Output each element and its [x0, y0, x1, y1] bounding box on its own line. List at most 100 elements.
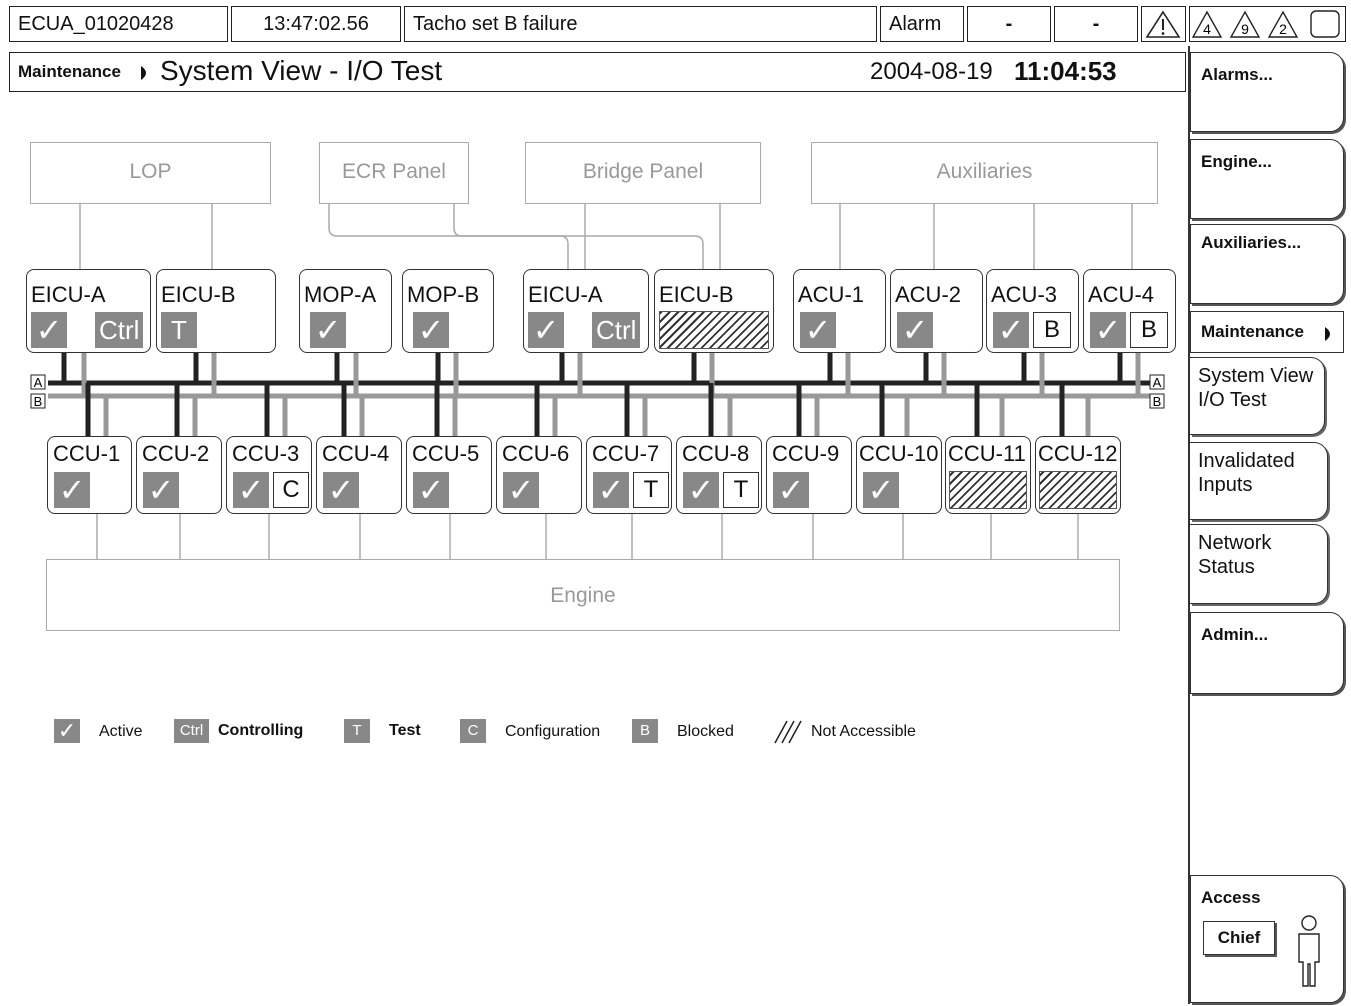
- bus-b-label-left: B: [34, 394, 43, 409]
- test-tag: T: [633, 472, 669, 508]
- not-accessible-hatch: [949, 471, 1027, 509]
- eicu-b-bridge-unit[interactable]: EICU-B: [654, 269, 774, 353]
- active-check-icon: ✓: [683, 472, 719, 508]
- blocked-tag: B: [1130, 312, 1168, 348]
- auxiliaries-panel: Auxiliaries: [811, 142, 1158, 204]
- lop-panel: LOP: [30, 142, 271, 204]
- alarms-menu-button[interactable]: Alarms...: [1190, 52, 1344, 132]
- mop-a-unit[interactable]: MOP-A ✓: [299, 269, 392, 353]
- active-check-icon: ✓: [54, 472, 90, 508]
- active-check-icon: ✓: [993, 312, 1029, 348]
- maintenance-menu-label: Maintenance: [1201, 322, 1304, 341]
- eicu-a-bridge-unit[interactable]: EICU-A ✓ Ctrl: [523, 269, 649, 353]
- ccu-4-unit[interactable]: CCU-4 ✓: [316, 436, 402, 514]
- ccu-1-unit[interactable]: CCU-1 ✓: [47, 436, 132, 514]
- unit-label: CCU-5: [412, 441, 480, 466]
- active-check-icon: ✓: [31, 312, 67, 348]
- legend-active-icon: ✓: [54, 719, 80, 743]
- unit-label: CCU-10: [859, 441, 939, 466]
- ccu-11-unit[interactable]: CCU-11: [945, 436, 1031, 514]
- engine-menu-button[interactable]: Engine...: [1190, 139, 1344, 219]
- ccu-12-unit[interactable]: CCU-12: [1035, 436, 1121, 514]
- unit-label: CCU-9: [772, 441, 840, 466]
- active-check-icon: ✓: [503, 472, 539, 508]
- maintenance-menu-button[interactable]: Maintenance: [1190, 311, 1344, 353]
- blocked-tag: B: [1033, 312, 1071, 348]
- unit-label: EICU-A: [31, 282, 106, 307]
- unit-label: CCU-3: [232, 441, 300, 466]
- acu-3-unit[interactable]: ACU-3 ✓ B: [986, 269, 1079, 353]
- invalidated-inputs-button[interactable]: Invalidated Inputs: [1190, 442, 1328, 520]
- ccu-3-unit[interactable]: CCU-3 ✓ C: [226, 436, 312, 514]
- ecr-panel: ECR Panel: [319, 142, 469, 204]
- legend-blocked-swatch: B: [632, 719, 658, 743]
- legend-test-swatch: T: [344, 719, 370, 743]
- unit-label: CCU-4: [322, 441, 390, 466]
- network-status-button[interactable]: Network Status: [1190, 524, 1328, 604]
- active-check-icon: ✓: [897, 312, 933, 348]
- bus-a-label-right: A: [1153, 375, 1162, 390]
- ccu-10-unit[interactable]: CCU-10 ✓: [856, 436, 942, 514]
- unit-label: EICU-B: [161, 282, 236, 307]
- active-check-icon: ✓: [528, 312, 564, 348]
- unit-label: EICU-A: [528, 282, 603, 307]
- active-check-icon: ✓: [773, 472, 809, 508]
- unit-label: ACU-1: [798, 282, 865, 307]
- ccu-6-unit[interactable]: CCU-6 ✓: [496, 436, 582, 514]
- not-accessible-hatch: [1039, 471, 1117, 509]
- active-check-icon: ✓: [233, 472, 269, 508]
- access-level-button[interactable]: Chief: [1203, 921, 1275, 955]
- test-tag: T: [161, 312, 197, 348]
- unit-label: CCU-11: [948, 441, 1026, 466]
- system-view-io-test-button[interactable]: System View I/O Test: [1190, 357, 1325, 435]
- ccu-7-unit[interactable]: CCU-7 ✓ T: [586, 436, 672, 514]
- controlling-tag: Ctrl: [592, 312, 641, 348]
- bus-a-label-left: A: [34, 375, 43, 390]
- access-panel: Access Chief: [1190, 875, 1344, 1003]
- acu-1-unit[interactable]: ACU-1 ✓: [793, 269, 886, 353]
- legend-config-swatch: C: [460, 719, 486, 743]
- active-check-icon: ✓: [800, 312, 836, 348]
- unit-label: EICU-B: [659, 282, 734, 307]
- active-check-icon: ✓: [1090, 312, 1126, 348]
- acu-2-unit[interactable]: ACU-2 ✓: [890, 269, 983, 353]
- ccu-9-unit[interactable]: CCU-9 ✓: [766, 436, 852, 514]
- legend-not-accessible-label: Not Accessible: [811, 723, 916, 740]
- legend-active-label: Active: [99, 723, 143, 740]
- eicu-b-lop-unit[interactable]: EICU-B T: [156, 269, 276, 353]
- unit-label: CCU-12: [1038, 441, 1118, 466]
- ccu-2-unit[interactable]: CCU-2 ✓: [136, 436, 222, 514]
- test-tag: T: [723, 472, 759, 508]
- alarm-count: 4: [1203, 21, 1211, 37]
- eicu-a-lop-unit[interactable]: EICU-A ✓ Ctrl: [26, 269, 151, 353]
- unit-label: CCU-8: [682, 441, 750, 466]
- unit-label: ACU-3: [991, 282, 1058, 307]
- active-check-icon: ✓: [863, 472, 899, 508]
- legend-ctrl-swatch: Ctrl: [174, 719, 209, 743]
- legend-test-label: Test: [389, 722, 421, 739]
- controlling-tag: Ctrl: [95, 312, 144, 348]
- active-check-icon: ✓: [593, 472, 629, 508]
- legend-configuration-label: Configuration: [505, 723, 601, 740]
- mop-b-unit[interactable]: MOP-B ✓: [402, 269, 494, 353]
- admin-menu-button[interactable]: Admin...: [1190, 612, 1344, 694]
- access-label: Access: [1201, 888, 1261, 907]
- ccu-8-unit[interactable]: CCU-8 ✓ T: [676, 436, 762, 514]
- active-check-icon: ✓: [413, 472, 449, 508]
- not-accessible-hatch: [659, 311, 769, 349]
- blank-status-box: [1310, 10, 1340, 38]
- active-check-icon: ✓: [413, 312, 449, 348]
- auxiliaries-menu-button[interactable]: Auxiliaries...: [1190, 224, 1344, 304]
- bus-b-label-right: B: [1153, 394, 1162, 409]
- alarm-counters[interactable]: 4 9 2: [1189, 6, 1346, 42]
- acu-4-unit[interactable]: ACU-4 ✓ B: [1083, 269, 1176, 353]
- active-check-icon: ✓: [143, 472, 179, 508]
- unit-label: MOP-A: [304, 282, 377, 307]
- legend-hatch-icon: [774, 720, 802, 744]
- unit-label: CCU-7: [592, 441, 660, 466]
- legend-controlling-label: Controlling: [218, 722, 304, 739]
- user-icon: [1298, 915, 1320, 987]
- configuration-tag: C: [273, 472, 309, 508]
- active-check-icon: ✓: [323, 472, 359, 508]
- ccu-5-unit[interactable]: CCU-5 ✓: [406, 436, 492, 514]
